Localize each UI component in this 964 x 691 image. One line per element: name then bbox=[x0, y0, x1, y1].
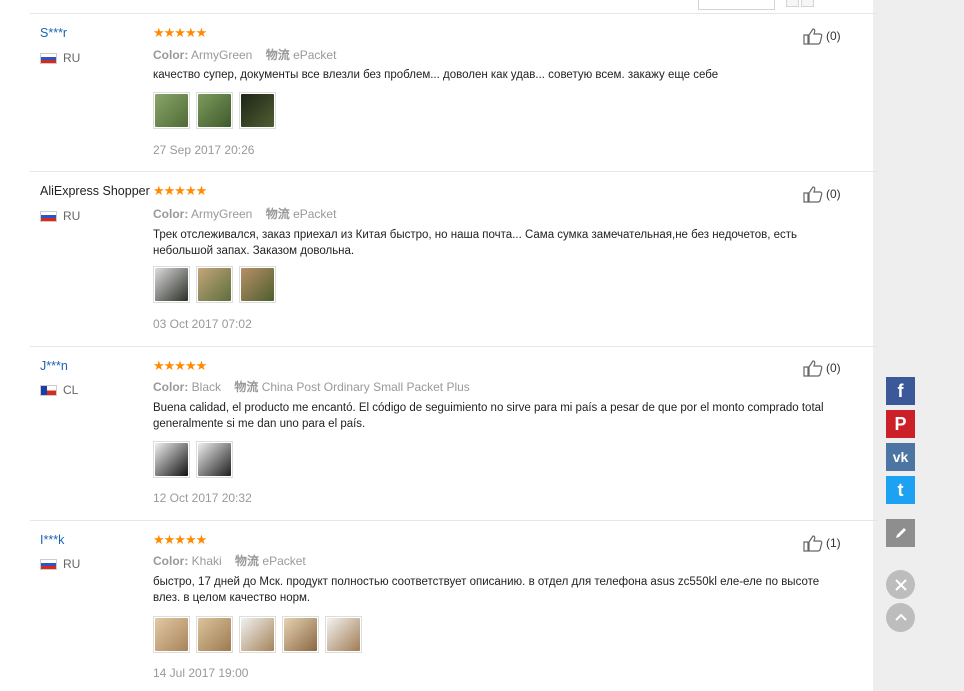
close-button[interactable] bbox=[886, 570, 915, 599]
shipping-label: 物流 bbox=[234, 380, 259, 394]
color-value: ArmyGreen bbox=[191, 48, 253, 62]
rating-stars: ★★★★★ bbox=[153, 25, 207, 40]
shipping-value: ePacket bbox=[293, 207, 337, 221]
buyer-name[interactable]: I***k bbox=[40, 533, 64, 547]
flag-ru-icon bbox=[40, 52, 57, 64]
review-photo[interactable] bbox=[153, 441, 190, 478]
review-item: I***k RU ★★★★★ Color: Khaki 物流 ePacket б… bbox=[30, 521, 878, 691]
review-photo[interactable] bbox=[196, 616, 233, 653]
helpful-button[interactable]: (0) bbox=[803, 359, 841, 377]
review-photo[interactable] bbox=[239, 92, 276, 129]
buyer-name[interactable]: J***n bbox=[40, 359, 68, 373]
buyer-country: CL bbox=[40, 383, 78, 397]
review-photo[interactable] bbox=[196, 266, 233, 303]
rating-stars: ★★★★★ bbox=[153, 532, 207, 547]
thumbs-up-icon bbox=[803, 186, 823, 203]
pencil-icon bbox=[895, 528, 906, 538]
review-photo[interactable] bbox=[196, 92, 233, 129]
prev-page-button[interactable] bbox=[786, 0, 799, 7]
pinterest-icon: P bbox=[894, 413, 907, 434]
review-photos bbox=[153, 92, 276, 129]
helpful-count: (0) bbox=[826, 29, 841, 43]
shipping-label: 物流 bbox=[265, 207, 290, 221]
order-info: Color: ArmyGreen 物流 ePacket bbox=[153, 46, 336, 63]
facebook-share-button[interactable]: f bbox=[886, 377, 915, 405]
review-text: быстро, 17 дней до Мск. продукт полность… bbox=[153, 576, 820, 604]
review-date: 27 Sep 2017 20:26 bbox=[153, 143, 255, 157]
color-label: Color: bbox=[153, 380, 189, 394]
sort-select[interactable] bbox=[698, 0, 775, 10]
color-value: Khaki bbox=[191, 554, 222, 568]
helpful-button[interactable]: (0) bbox=[803, 27, 841, 45]
edit-button[interactable] bbox=[886, 519, 915, 547]
review-photo[interactable] bbox=[239, 266, 276, 303]
review-item: S***r RU ★★★★★ Color: ArmyGreen 物流 ePack… bbox=[30, 14, 878, 172]
twitter-icon: t bbox=[897, 479, 904, 500]
scroll-top-button[interactable] bbox=[886, 603, 915, 632]
buyer-name[interactable]: S***r bbox=[40, 26, 67, 40]
buyer-name: AliExpress Shopper bbox=[40, 184, 150, 198]
chevron-up-icon bbox=[894, 613, 907, 621]
facebook-icon: f bbox=[897, 380, 904, 401]
review-photo[interactable] bbox=[153, 92, 190, 129]
review-photo[interactable] bbox=[153, 616, 190, 653]
thumbs-up-icon bbox=[803, 535, 823, 552]
shipping-label: 物流 bbox=[265, 48, 290, 62]
color-value: Black bbox=[191, 380, 222, 394]
helpful-count: (0) bbox=[826, 361, 841, 375]
helpful-count: (0) bbox=[826, 187, 841, 201]
helpful-count: (1) bbox=[826, 536, 841, 550]
review-photo[interactable] bbox=[153, 266, 190, 303]
rating-stars: ★★★★★ bbox=[153, 358, 207, 373]
vk-icon: vk bbox=[892, 449, 909, 465]
review-photos bbox=[153, 266, 276, 303]
country-code: RU bbox=[63, 209, 81, 223]
pinterest-share-button[interactable]: P bbox=[886, 410, 915, 438]
review-photo[interactable] bbox=[196, 441, 233, 478]
review-photos bbox=[153, 616, 362, 653]
review-date: 14 Jul 2017 19:00 bbox=[153, 666, 249, 680]
review-text: Трек отслеживался, заказ приехал из Кита… bbox=[153, 229, 797, 257]
color-label: Color: bbox=[153, 207, 189, 221]
review-photo[interactable] bbox=[282, 616, 319, 653]
buyer-country: RU bbox=[40, 209, 80, 223]
review-photos bbox=[153, 441, 233, 478]
review-photo[interactable] bbox=[325, 616, 362, 653]
flag-ru-icon bbox=[40, 210, 57, 222]
country-code: RU bbox=[63, 51, 81, 65]
review-date: 12 Oct 2017 20:32 bbox=[153, 491, 252, 505]
review-item: J***n CL ★★★★★ Color: Black 物流 China Pos… bbox=[30, 347, 878, 521]
color-label: Color: bbox=[153, 554, 189, 568]
close-icon bbox=[894, 578, 907, 591]
helpful-button[interactable]: (0) bbox=[803, 185, 841, 203]
review-photo[interactable] bbox=[239, 616, 276, 653]
country-code: RU bbox=[63, 557, 81, 571]
shipping-label: 物流 bbox=[235, 554, 260, 568]
order-info: Color: Khaki 物流 ePacket bbox=[153, 552, 306, 569]
shipping-value: China Post Ordinary Small Packet Plus bbox=[261, 380, 470, 394]
thumbs-up-icon bbox=[803, 28, 823, 45]
review-text: качество супер, документы все влезли без… bbox=[153, 69, 719, 81]
review-text: Buena calidad, el producto me encantó. E… bbox=[153, 402, 824, 430]
buyer-country: RU bbox=[40, 557, 80, 571]
country-code: CL bbox=[63, 383, 79, 397]
rating-stars: ★★★★★ bbox=[153, 183, 207, 198]
helpful-button[interactable]: (1) bbox=[803, 534, 841, 552]
shipping-value: ePacket bbox=[262, 554, 306, 568]
order-info: Color: Black 物流 China Post Ordinary Smal… bbox=[153, 378, 470, 395]
review-date: 03 Oct 2017 07:02 bbox=[153, 317, 252, 331]
flag-cl-icon bbox=[40, 384, 57, 396]
review-item: AliExpress Shopper RU ★★★★★ Color: ArmyG… bbox=[30, 172, 878, 347]
reviews-toolbar bbox=[30, 0, 878, 14]
color-label: Color: bbox=[153, 48, 189, 62]
vk-share-button[interactable]: vk bbox=[886, 443, 915, 471]
order-info: Color: ArmyGreen 物流 ePacket bbox=[153, 205, 336, 222]
twitter-share-button[interactable]: t bbox=[886, 476, 915, 504]
shipping-value: ePacket bbox=[293, 48, 337, 62]
color-value: ArmyGreen bbox=[191, 207, 253, 221]
buyer-country: RU bbox=[40, 51, 80, 65]
thumbs-up-icon bbox=[803, 360, 823, 377]
flag-ru-icon bbox=[40, 558, 57, 570]
next-page-button[interactable] bbox=[801, 0, 814, 7]
